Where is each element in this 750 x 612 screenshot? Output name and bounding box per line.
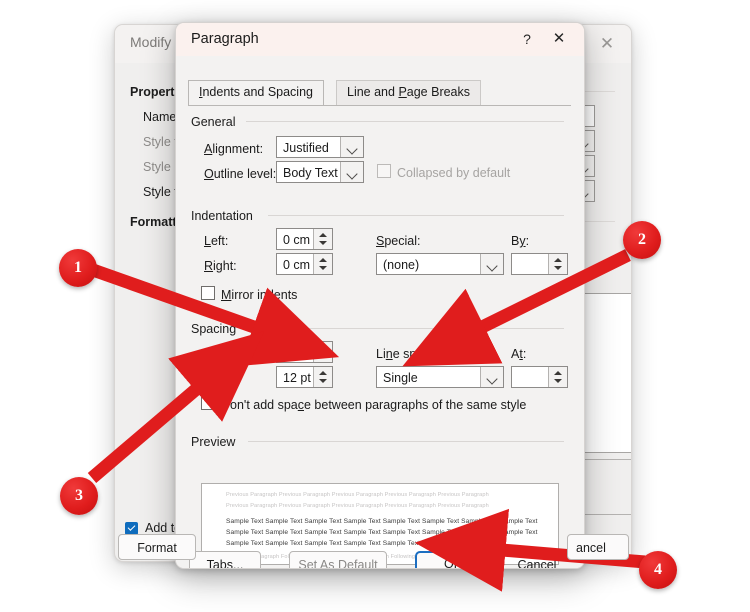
line-spacing-value: Single [383,371,418,385]
preview-group-label: Preview [191,435,236,449]
stepper-arrows-icon[interactable] [313,229,332,249]
paragraph-dialog: Paragraph ? ✕ Indents and Spacing Line a… [175,22,585,569]
collapsed-by-default-checkbox[interactable] [377,164,391,178]
annotation-badge-4: 4 [639,551,677,589]
spacing-divider [246,328,564,329]
modify-style-cancel-button[interactable]: ancel [567,534,629,560]
tab-indents-and-spacing-label: ndents and Spacing [202,85,313,99]
stepper-arrows-icon[interactable] [313,342,332,362]
alignment-select[interactable]: Justified [276,136,364,158]
indent-left-stepper[interactable]: 0 cm [276,228,333,250]
tabs-button[interactable]: Tabs... [189,551,261,568]
preview-divider [248,441,564,442]
preview-previous-line-1: Previous Paragraph Previous Paragraph Pr… [226,492,489,498]
special-by-stepper[interactable] [511,253,568,275]
spacing-after-value: 12 pt [283,371,311,385]
dont-add-space-checkbox[interactable] [201,396,215,410]
line-spacing-at-stepper[interactable] [511,366,568,388]
spacing-before-value: 0 pt [283,346,304,360]
spacing-group-label: Spacing [191,322,237,336]
tab-underline [188,105,571,106]
annotation-badge-1: 1 [59,249,97,287]
preview-sample-line-1: Sample Text Sample Text Sample Text Samp… [226,518,538,525]
chevron-down-icon[interactable] [480,367,503,387]
spacing-after-stepper[interactable]: 12 pt [276,366,333,388]
close-icon[interactable]: ✕ [595,33,619,55]
paragraph-dialog-body: Indents and Spacing Line and Page Breaks… [176,56,584,568]
general-divider [246,121,564,122]
close-icon[interactable]: ✕ [548,29,570,49]
help-icon[interactable]: ? [517,29,537,49]
preview-sample-line-3: Sample Text Sample Text Sample Text Samp… [226,540,421,547]
paragraph-titlebar: Paragraph ? ✕ [176,23,584,56]
tab-indents-and-spacing[interactable]: Indents and Spacing [188,80,324,106]
annotation-badge-2: 2 [623,221,661,259]
chevron-down-icon[interactable] [480,254,503,274]
line-spacing-select[interactable]: Single [376,366,504,388]
indentation-group-label: Indentation [191,209,253,223]
outline-level-value: Body Text [283,166,338,180]
spacing-before-stepper[interactable]: 0 pt [276,341,333,363]
mirror-indents-checkbox[interactable] [201,286,215,300]
stepper-arrows-icon[interactable] [548,367,567,387]
collapsed-by-default-label: Collapsed by default [397,166,511,180]
annotation-badge-3: 3 [60,477,98,515]
chevron-down-icon[interactable] [340,162,363,182]
indent-right-stepper[interactable]: 0 cm [276,253,333,275]
indent-left-value: 0 cm [283,233,311,247]
chevron-down-icon[interactable] [340,137,363,157]
screenshot-root: Modify St ✕ Properties Name: Style typ S… [0,0,750,612]
alignment-value: Justified [283,141,329,155]
outline-level-select[interactable]: Body Text [276,161,364,183]
paragraph-dialog-title: Paragraph [191,31,259,47]
indentation-divider [268,215,564,216]
ok-button[interactable]: OK [415,551,491,568]
stepper-arrows-icon[interactable] [313,367,332,387]
special-indent-value: (none) [383,258,420,272]
cancel-button[interactable]: Cancel [503,551,571,568]
format-button-label: Format [137,541,177,555]
tab-line-and-page-breaks[interactable]: Line and Page Breaks [336,80,482,106]
format-button[interactable]: Format [118,534,196,560]
set-as-default-button[interactable]: Set As Default [289,551,387,568]
stepper-arrows-icon[interactable] [548,254,567,274]
special-indent-select[interactable]: (none) [376,253,504,275]
preview-previous-line-2: Previous Paragraph Previous Paragraph Pr… [226,503,489,509]
general-group-label: General [191,115,236,129]
indent-right-value: 0 cm [283,258,311,272]
modify-style-cancel-label: ancel [576,541,606,555]
stepper-arrows-icon[interactable] [313,254,332,274]
preview-sample-line-2: Sample Text Sample Text Sample Text Samp… [226,529,538,536]
